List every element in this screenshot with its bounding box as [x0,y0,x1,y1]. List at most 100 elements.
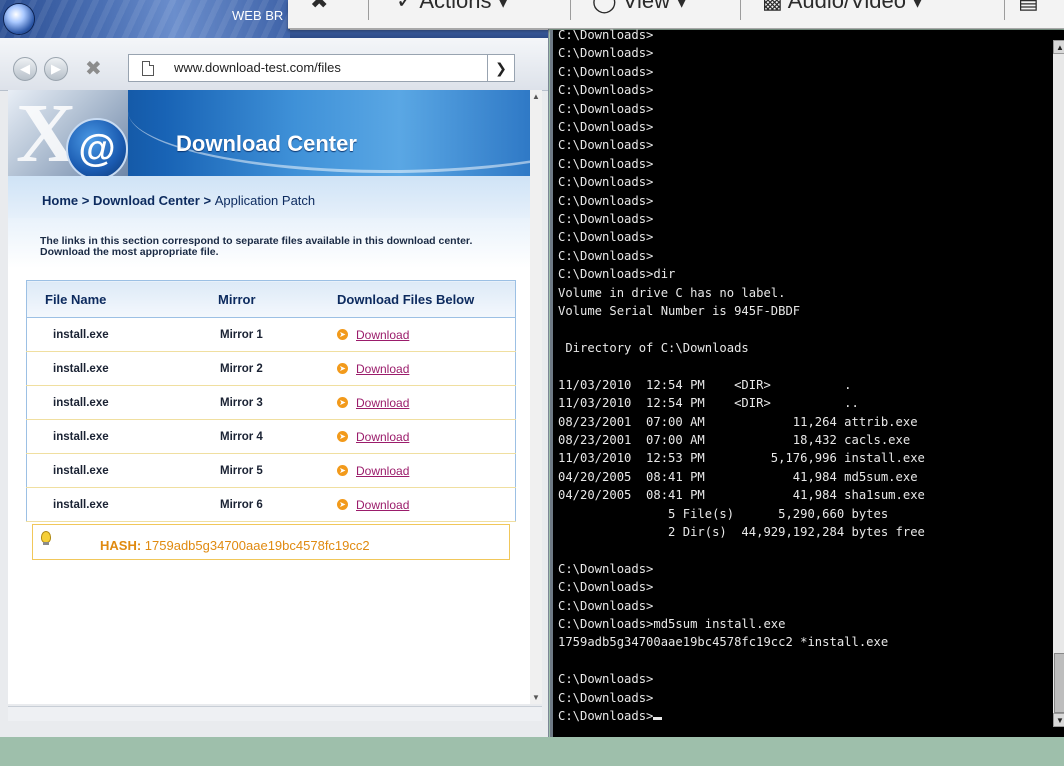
column-header-mirror: Mirror [194,280,331,318]
mirror-cell: Mirror 5 [194,453,331,488]
column-header-download: Download Files Below [331,280,516,318]
terminal-line: C:\Downloads> [558,138,654,153]
terminal-line: 11/03/2010 12:54 PM <DIR> . [558,377,852,392]
breadcrumb-download-center[interactable]: Download Center [93,193,200,208]
forward-arrow-icon: ▶ [51,61,61,76]
browser-title: WEB BR [232,8,284,23]
terminal-line: C:\Downloads> [558,156,654,171]
download-cell: ➤ Download [331,419,516,454]
scroll-thumb[interactable] [1054,653,1064,713]
desktop-background [0,737,1064,766]
banner-x-graphic: X [16,90,77,176]
table-row: install.exe Mirror 5 ➤ Download [26,453,516,488]
remote-session-toolbar: ✖ ✓ Actions ▾ ◯ View ▾ ▩ Audio/Video ▾ ▤ [288,0,1064,29]
breadcrumb: Home > Download Center > Application Pat… [42,193,315,208]
terminal-line: C:\Downloads>dir [558,267,676,282]
breadcrumb-home[interactable]: Home [42,193,78,208]
terminal-line: C:\Downloads> [558,598,654,613]
download-link[interactable]: Download [356,430,409,444]
pin-icon[interactable]: ✖ [310,0,328,14]
browser-window: WEB BR ◀ ▶ ✖ www.download-test.com/files… [0,0,549,737]
hash-text: HASH: 1759adb5g34700aae19bc4578fc19cc2 [100,538,370,553]
actions-menu[interactable]: ✓ Actions ▾ [396,0,509,14]
mirror-cell: Mirror 1 [194,317,331,352]
terminal-line: Volume Serial Number is 945F-DBDF [558,304,801,319]
table-row: install.exe Mirror 1 ➤ Download [26,317,516,352]
browser-status-bar [8,706,542,721]
back-button[interactable]: ◀ [13,57,37,81]
lightbulb-icon [41,531,51,545]
terminal-scrollbar[interactable]: ▲ ▼ [1053,40,1064,727]
view-menu[interactable]: ◯ View ▾ [592,0,687,14]
forward-button[interactable]: ▶ [44,57,68,81]
terminal-line: C:\Downloads> [558,690,654,705]
terminal-line: 11/03/2010 12:53 PM 5,176,996 install.ex… [558,451,925,466]
address-bar[interactable]: www.download-test.com/files ❯ [128,54,515,82]
command-prompt-window[interactable]: C:\Downloads> C:\Downloads> C:\Downloads… [550,28,1064,737]
table-row: install.exe Mirror 3 ➤ Download [26,385,516,420]
download-link[interactable]: Download [356,362,409,376]
terminal-output: C:\Downloads> C:\Downloads> C:\Downloads… [558,26,1048,725]
page-banner: X @ Download Center [8,90,530,176]
page-title: Download Center [176,131,357,156]
mirror-cell: Mirror 3 [194,385,331,420]
terminal-line: C:\Downloads> [558,230,654,245]
terminal-line: 5 File(s) 5,290,660 bytes [558,506,889,521]
arrow-right-circle-icon: ➤ [337,363,348,374]
terminal-line: 08/23/2001 07:00 AM 18,432 cacls.exe [558,432,911,447]
mirror-cell: Mirror 4 [194,419,331,454]
chevron-right-icon: ❯ [495,59,507,76]
download-table: File Name Mirror Download Files Below in… [26,280,516,522]
terminal-line: 2 Dir(s) 44,929,192,284 bytes free [558,524,925,539]
stop-button[interactable]: ✖ [85,56,102,81]
arrow-right-circle-icon: ➤ [337,431,348,442]
breadcrumb-bar: Home > Download Center > Application Pat… [8,176,530,218]
hash-box: HASH: 1759adb5g34700aae19bc4578fc19cc2 [32,524,510,560]
toolbar-separator [1004,0,1005,20]
column-header-file-name: File Name [26,280,194,318]
hash-value: 1759adb5g34700aae19bc4578fc19cc2 [144,538,370,553]
more-icon[interactable]: ▤ [1018,0,1039,14]
back-arrow-icon: ◀ [20,61,30,76]
terminal-line: C:\Downloads> [558,46,654,61]
terminal-line: C:\Downloads> [558,672,654,687]
terminal-line: C:\Downloads> [558,561,654,576]
download-link[interactable]: Download [356,396,409,410]
download-link[interactable]: Download [356,498,409,512]
breadcrumb-current: Application Patch [214,193,316,208]
browser-scrollbar[interactable]: ▲ ▼ [530,90,542,704]
terminal-line: C:\Downloads> [558,28,654,42]
scroll-up-icon[interactable]: ▲ [1053,40,1064,54]
toolbar-separator [740,0,741,20]
scroll-down-icon[interactable]: ▼ [1053,713,1064,727]
audio-video-menu[interactable]: ▩ Audio/Video ▾ [762,0,923,14]
go-button[interactable]: ❯ [487,55,514,81]
arrow-right-circle-icon: ➤ [337,465,348,476]
table-row: install.exe Mirror 2 ➤ Download [26,351,516,386]
terminal-line: C:\Downloads> [558,193,654,208]
scroll-down-icon[interactable]: ▼ [532,693,540,702]
titlebar-frame [290,30,548,38]
file-name-cell: install.exe [26,453,194,488]
hash-label: HASH: [100,538,142,553]
download-link[interactable]: Download [356,328,409,342]
file-name-cell: install.exe [26,317,194,352]
download-cell: ➤ Download [331,351,516,386]
terminal-line: C:\Downloads> [558,64,654,79]
terminal-line: 04/20/2005 08:41 PM 41,984 md5sum.exe [558,469,918,484]
download-cell: ➤ Download [331,487,516,522]
file-name-cell: install.exe [26,419,194,454]
scroll-up-icon[interactable]: ▲ [532,92,540,101]
mirror-cell: Mirror 6 [194,487,331,522]
browser-logo-icon [4,4,34,34]
file-name-cell: install.exe [26,385,194,420]
download-link[interactable]: Download [356,464,409,478]
download-cell: ➤ Download [331,385,516,420]
terminal-line: Directory of C:\Downloads [558,340,749,355]
at-sign-icon: @ [66,118,128,176]
terminal-line: C:\Downloads> [558,580,654,595]
address-input[interactable]: www.download-test.com/files [174,60,341,75]
arrow-right-circle-icon: ➤ [337,329,348,340]
file-name-cell: install.exe [26,351,194,386]
terminal-line: C:\Downloads> [558,120,654,135]
